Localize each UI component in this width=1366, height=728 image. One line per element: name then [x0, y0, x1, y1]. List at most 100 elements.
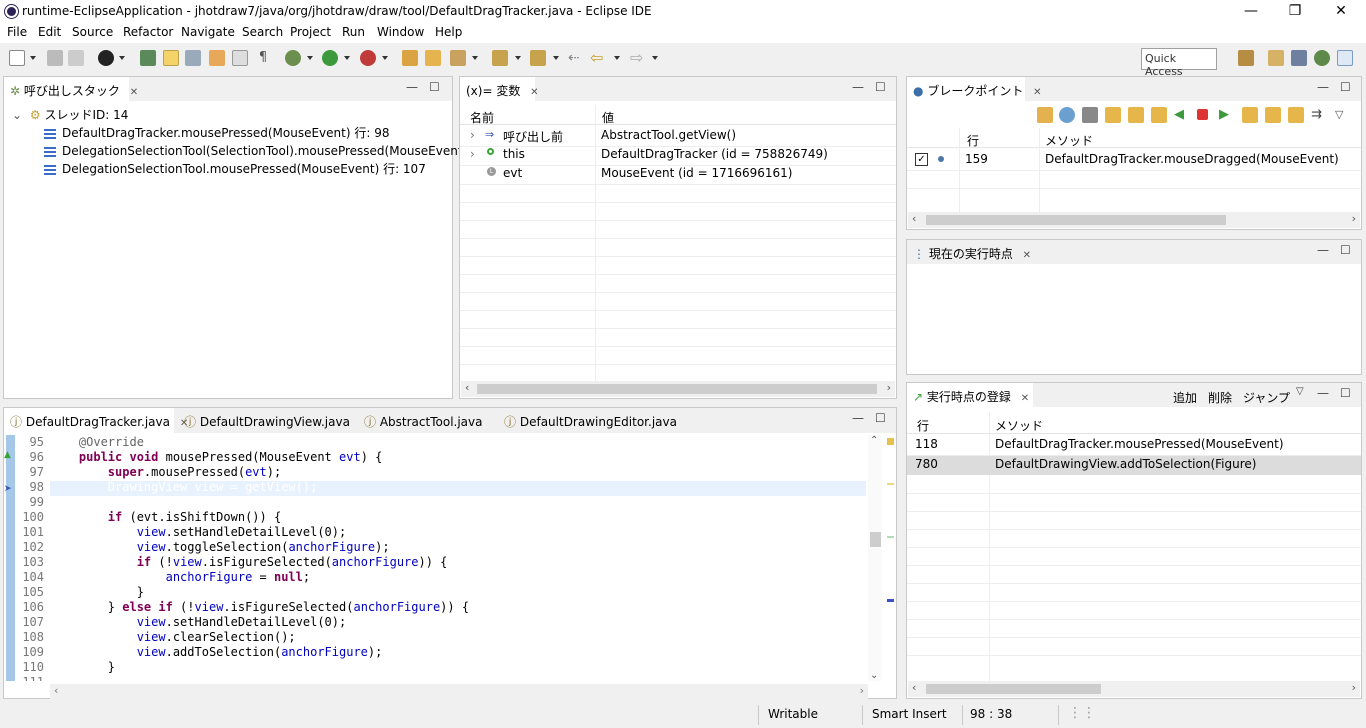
- view-menu-icon[interactable]: ▽: [1335, 107, 1351, 123]
- next-annotation-icon[interactable]: [185, 50, 201, 66]
- scrollbar-thumb[interactable]: [926, 215, 1226, 225]
- minimize-icon[interactable]: —: [852, 80, 864, 94]
- tab-breakpoints[interactable]: ● ブレークポイント ✕: [907, 77, 1042, 101]
- external-tools-dropdown-icon[interactable]: [382, 56, 388, 60]
- menu-edit[interactable]: Edit: [38, 25, 61, 39]
- column-name[interactable]: 名前: [470, 109, 494, 126]
- menu-source[interactable]: Source: [72, 25, 113, 39]
- next-edit-icon[interactable]: [492, 50, 508, 66]
- stack-frame[interactable]: DelegationSelectionTool.mousePressed(Mou…: [44, 160, 452, 178]
- open-type-icon[interactable]: [140, 50, 156, 66]
- menu-file[interactable]: File: [7, 25, 27, 39]
- tab-defaultdrawingview[interactable]: ⓙ DefaultDrawingView.java: [178, 408, 356, 432]
- account-icon[interactable]: [98, 50, 114, 66]
- breakpoint-checkbox[interactable]: ✓: [915, 153, 928, 166]
- step-return-2-icon[interactable]: [1288, 107, 1304, 123]
- add-button[interactable]: 追加: [1173, 389, 1197, 406]
- run-dropdown-icon[interactable]: [344, 56, 350, 60]
- chevron-right-icon[interactable]: ›: [470, 147, 475, 161]
- debug-perspective-icon[interactable]: [1314, 50, 1330, 66]
- minimize-icon[interactable]: —: [852, 411, 864, 425]
- tab-defaultdrawingeditor[interactable]: ⓙ DefaultDrawingEditor.java: [498, 408, 683, 432]
- view-menu-icon[interactable]: ▽: [1296, 386, 1304, 397]
- scroll-right-icon[interactable]: ›: [860, 684, 864, 697]
- ruler-marker[interactable]: [887, 438, 894, 445]
- scroll-down-icon[interactable]: ⌄: [870, 670, 878, 681]
- menu-run[interactable]: Run: [342, 25, 365, 39]
- maximize-icon[interactable]: ☐: [429, 80, 440, 94]
- step-into-2-icon[interactable]: [1242, 107, 1258, 123]
- variable-row[interactable]: › this DefaultDragTracker (id = 75882674…: [460, 147, 896, 165]
- external-tools-icon[interactable]: [360, 50, 376, 66]
- link-icon[interactable]: ⇉: [1311, 107, 1327, 123]
- menu-search[interactable]: Search: [242, 25, 283, 39]
- jump-button[interactable]: ジャンプ: [1243, 389, 1290, 406]
- horizontal-scrollbar[interactable]: ‹ ›: [908, 212, 1360, 228]
- git-perspective-icon[interactable]: [1291, 50, 1307, 66]
- minimize-button[interactable]: —: [1228, 0, 1274, 23]
- step-over-2-icon[interactable]: [1265, 107, 1281, 123]
- show-whitespace-icon[interactable]: ¶: [255, 50, 271, 66]
- custom-perspective-icon[interactable]: [1337, 50, 1353, 66]
- column-method[interactable]: メソッド: [995, 417, 1043, 434]
- tab-abstracttool[interactable]: ⓙ AbstractTool.java: [358, 408, 488, 432]
- tab-callstack[interactable]: ✲ 呼び出しスタック ✕: [4, 77, 138, 101]
- open-folder-icon[interactable]: [425, 50, 441, 66]
- resume-back-icon[interactable]: ◀: [1174, 107, 1190, 123]
- tab-registration[interactable]: ↗ 実行時点の登録 ✕: [907, 383, 1033, 407]
- maximize-icon[interactable]: ☐: [875, 80, 886, 94]
- maximize-icon[interactable]: ☐: [1340, 80, 1351, 94]
- minimize-icon[interactable]: —: [1317, 386, 1329, 400]
- quick-access-field[interactable]: Quick Access: [1141, 48, 1217, 78]
- registration-row[interactable]: 118 DefaultDragTracker.mousePressed(Mous…: [907, 437, 1361, 455]
- column-method[interactable]: メソッド: [1045, 132, 1093, 149]
- minimize-icon[interactable]: —: [1317, 243, 1329, 257]
- new-java-project-icon[interactable]: [402, 50, 418, 66]
- thread-row[interactable]: ⌄ ⚙ スレッドID: 14: [12, 106, 452, 124]
- maximize-icon[interactable]: ☐: [1340, 386, 1351, 400]
- delete-button[interactable]: 削除: [1208, 389, 1232, 406]
- scroll-right-icon[interactable]: ›: [1352, 212, 1356, 225]
- step-into-icon[interactable]: [1105, 107, 1121, 123]
- menu-window[interactable]: Window: [377, 25, 424, 39]
- back-dropdown-icon[interactable]: [614, 56, 620, 60]
- maximize-icon[interactable]: ☐: [1340, 243, 1351, 257]
- close-button[interactable]: ✕: [1318, 0, 1364, 23]
- tab-defaultdragtracker[interactable]: ⓙ DefaultDragTracker.java ✕: [4, 408, 188, 433]
- resume-icon[interactable]: ▶: [1219, 107, 1235, 123]
- progress-icon[interactable]: ⋮⋮: [1068, 705, 1096, 721]
- chevron-right-icon[interactable]: ›: [470, 128, 475, 142]
- prev-edit-icon[interactable]: [530, 50, 546, 66]
- account-dropdown-icon[interactable]: [119, 56, 125, 60]
- next-edit-dropdown-icon[interactable]: [515, 56, 521, 60]
- save-icon[interactable]: [47, 50, 63, 66]
- breakpoint-row[interactable]: ✓ 159 DefaultDragTracker.mouseDragged(Mo…: [907, 152, 1361, 170]
- close-icon[interactable]: ✕: [1021, 393, 1029, 404]
- variable-row[interactable]: › ⇒ 呼び出し前 AbstractTool.getView(): [460, 128, 896, 146]
- horizontal-scrollbar[interactable]: ‹ ›: [50, 684, 868, 700]
- last-edit-icon[interactable]: ⇠: [568, 50, 584, 66]
- menu-refactor[interactable]: Refactor: [123, 25, 173, 39]
- forward-icon[interactable]: ⇨: [630, 50, 646, 66]
- close-icon[interactable]: ✕: [1033, 87, 1041, 98]
- close-icon[interactable]: ✕: [130, 87, 138, 98]
- run-icon[interactable]: [322, 50, 338, 66]
- build-dropdown-icon[interactable]: [472, 56, 478, 60]
- terminate-icon[interactable]: [1197, 109, 1208, 120]
- open-perspective-icon[interactable]: [1238, 50, 1254, 66]
- ruler-marker[interactable]: [887, 599, 894, 602]
- prev-edit-dropdown-icon[interactable]: [553, 56, 559, 60]
- debug-dropdown-icon[interactable]: [307, 56, 313, 60]
- connect-icon[interactable]: [1059, 107, 1075, 123]
- registration-row-selected[interactable]: 780 DefaultDrawingView.addToSelection(Fi…: [907, 456, 1361, 475]
- menu-navigate[interactable]: Navigate: [181, 25, 235, 39]
- block-selection-icon[interactable]: [232, 50, 248, 66]
- maximize-icon[interactable]: ☐: [875, 411, 886, 425]
- search-icon[interactable]: [209, 50, 225, 66]
- tab-variables[interactable]: (x)= 変数 ✕: [460, 77, 539, 101]
- column-line[interactable]: 行: [967, 132, 979, 149]
- scrollbar-thumb[interactable]: [870, 532, 881, 547]
- scroll-right-icon[interactable]: ›: [1352, 681, 1356, 694]
- scrollbar-thumb[interactable]: [926, 684, 1101, 694]
- chevron-down-icon[interactable]: ⌄: [12, 108, 22, 122]
